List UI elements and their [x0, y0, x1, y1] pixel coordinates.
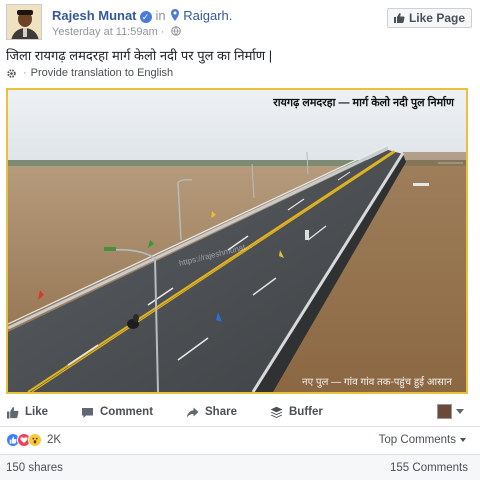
like-page-label: Like Page [408, 11, 465, 25]
buffer-stack-icon [270, 406, 283, 418]
author-avatar[interactable] [6, 4, 42, 40]
translate-link[interactable]: Provide translation to English [31, 67, 173, 79]
globe-icon [170, 26, 181, 36]
comment-bubble-icon [82, 407, 93, 418]
buffer-button[interactable]: Buffer [270, 401, 323, 423]
post-message: जिला रायगढ़ लमदरहा मार्ग केलो नदी पर पुल… [6, 48, 273, 63]
buffer-label: Buffer [289, 406, 323, 418]
wow-reaction-icon [28, 433, 42, 447]
post-photo[interactable]: रायगढ़ लमदरहा — मार्ग केलो नदी पुल निर्म… [6, 88, 468, 394]
in-label: in [155, 8, 166, 23]
like-button[interactable]: Like [6, 401, 48, 423]
separator-dot: · [23, 67, 27, 79]
thumbs-up-icon [393, 13, 405, 23]
share-button[interactable]: Share [186, 401, 237, 423]
author-line: Rajesh Munat ✓ in Raigarh. [52, 8, 232, 23]
location-link[interactable]: Raigarh. [183, 8, 232, 23]
facebook-post: Rajesh Munat ✓ in Raigarh. Yesterday at 11… [0, 0, 480, 480]
like-label: Like [25, 406, 49, 418]
location-pin-icon [170, 9, 179, 21]
comments-count[interactable]: 155 Comments [390, 462, 468, 474]
comment-button[interactable]: Comment [81, 401, 153, 423]
reactions-summary[interactable]: 2K [6, 432, 61, 448]
verified-badge-icon: ✓ [139, 11, 152, 23]
share-label: Share [205, 406, 237, 418]
chevron-down-icon [456, 409, 464, 414]
author-name[interactable]: Rajesh Munat [52, 8, 137, 23]
comment-label: Comment [100, 406, 154, 418]
shares-count[interactable]: 150 shares [6, 462, 63, 474]
gear-icon [7, 68, 16, 78]
post-timestamp[interactable]: Yesterday at 11:59am [52, 26, 158, 38]
share-arrow-icon [186, 407, 199, 418]
viewer-avatar-selector[interactable] [437, 404, 464, 419]
chevron-down-icon [460, 438, 466, 442]
post-header: Rajesh Munat ✓ in Raigarh. Yesterday at 11… [6, 4, 474, 40]
reaction-count: 2K [47, 434, 62, 446]
top-comments-label: Top Comments [378, 434, 456, 446]
like-page-button[interactable]: Like Page [386, 8, 472, 28]
top-comments-dropdown[interactable]: Top Comments [379, 434, 466, 446]
bridge-photo-image [8, 90, 466, 392]
post-meta: Yesterday at 11:59am · [52, 26, 181, 38]
photo-caption-bottom: नए पुल — गांव गांव तक-पहुंच हुई आसान [302, 377, 452, 388]
viewer-avatar [437, 404, 452, 419]
photo-caption-top: रायगढ़ लमदरहा — मार्ग केलो नदी पुल निर्म… [273, 97, 454, 109]
action-bar: Like Comment Share Buffer [0, 401, 480, 423]
thumbs-up-icon [7, 406, 19, 418]
translation-row[interactable]: · Provide translation to English [6, 67, 173, 79]
divider [0, 426, 480, 427]
